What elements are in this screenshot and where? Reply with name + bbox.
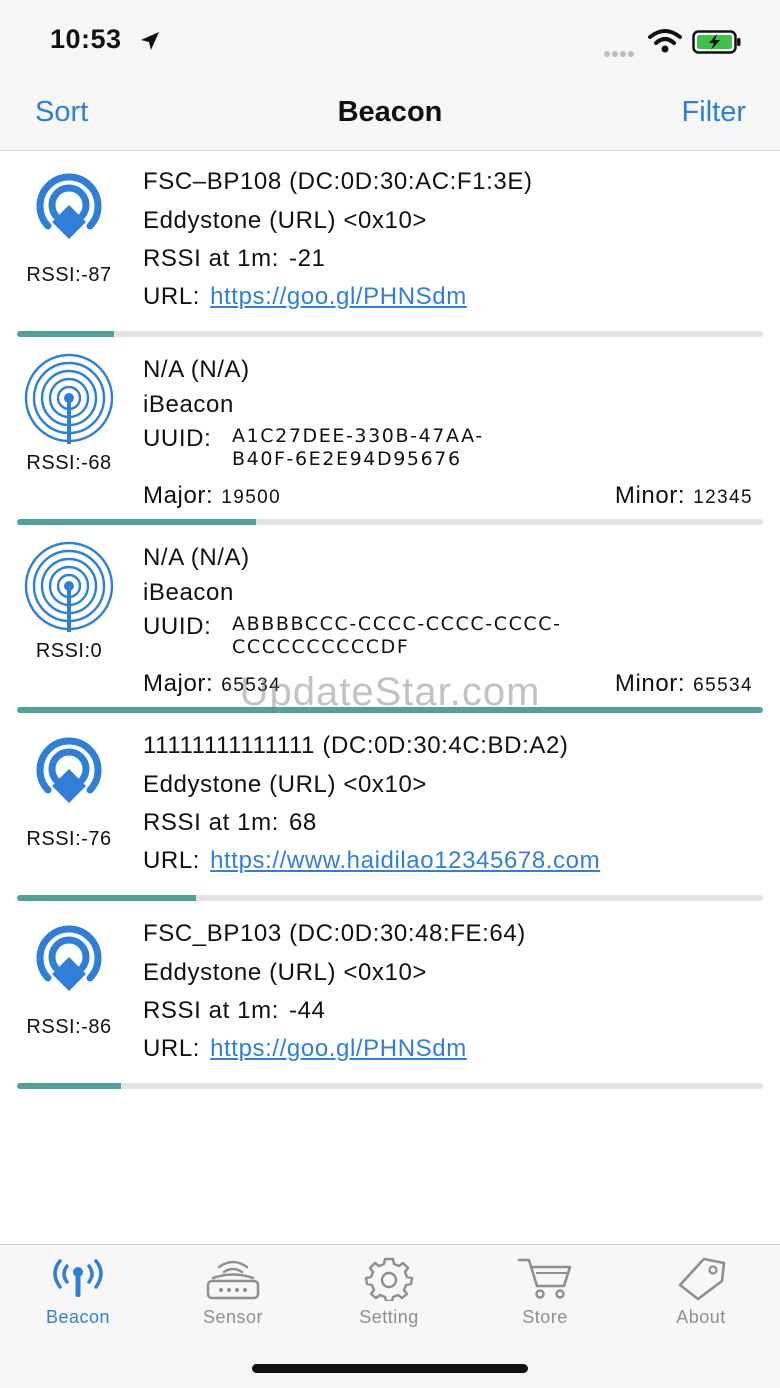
rssi-at-1m: RSSI at 1m: -44 xyxy=(143,997,325,1025)
beacon-name: N/A (N/A) xyxy=(143,544,250,571)
uuid-line-2: B40F-6E2E94D95676 xyxy=(232,448,462,470)
rssi-value: RSSI:-87 xyxy=(26,264,112,286)
rssi-value: RSSI:0 xyxy=(35,640,103,662)
uuid-line-1: ABBBBCCC-CCCC-CCCC-CCCC- xyxy=(232,613,562,635)
tab-store[interactable]: Store xyxy=(467,1245,623,1335)
url-label: URL: xyxy=(143,283,201,310)
signal-bar xyxy=(17,895,763,901)
signal-bar xyxy=(17,1083,763,1089)
location-arrow-icon xyxy=(141,32,159,50)
beacon-frame-type: iBeacon xyxy=(143,391,234,418)
eddystone-beacon-icon xyxy=(36,925,102,991)
uuid-line-2: CCCCCCCCCCDF xyxy=(232,636,410,658)
ibeacon-icon xyxy=(24,353,114,444)
rssi-at-1m-value: 68 xyxy=(288,809,317,836)
status-time: 10:53 xyxy=(50,24,122,54)
url-line: URL: https://goo.gl/PHNSdm xyxy=(143,1035,467,1063)
beacon-url-link[interactable]: https://goo.gl/PHNSdm xyxy=(210,1035,467,1062)
tab-beacon[interactable]: Beacon xyxy=(0,1245,156,1335)
cellular-signal-icon xyxy=(604,44,640,57)
beacon-row[interactable]: RSSI:-76 11111111111111 (DC:0D:30:4C:BD:… xyxy=(0,715,780,903)
uuid-label: UUID: xyxy=(143,613,212,640)
home-indicator xyxy=(252,1364,528,1373)
rssi-at-1m: RSSI at 1m: -21 xyxy=(143,245,325,273)
tab-label: Sensor xyxy=(202,1307,264,1327)
signal-bar-fill xyxy=(17,331,114,337)
antenna-icon xyxy=(53,1259,103,1297)
sort-button[interactable]: Sort xyxy=(35,96,88,129)
tab-label: Store xyxy=(522,1307,568,1327)
url-label: URL: xyxy=(143,1035,201,1062)
rssi-at-1m-label: RSSI at 1m: xyxy=(143,809,279,836)
eddystone-beacon-icon xyxy=(36,173,102,239)
watermark: UpdateStar.com xyxy=(239,670,541,714)
url-line: URL: https://www.haidilao12345678.com xyxy=(143,847,600,875)
tag-icon xyxy=(678,1257,726,1301)
rssi-at-1m-label: RSSI at 1m: xyxy=(143,245,279,272)
beacon-url-link[interactable]: https://goo.gl/PHNSdm xyxy=(210,283,467,310)
signal-bar-fill xyxy=(17,519,256,525)
minor-value: 12345 xyxy=(693,487,753,508)
beacon-name: FSC_BP103 (DC:0D:30:48:FE:64) xyxy=(143,920,526,947)
rssi-value: RSSI:-68 xyxy=(26,452,112,474)
gear-icon xyxy=(364,1257,414,1301)
uuid-value: ABBBBCCC-CCCC-CCCC-CCCC- CCCCCCCCCCDF xyxy=(232,613,562,659)
minor-label: Minor: xyxy=(614,482,686,509)
rssi-at-1m-value: -21 xyxy=(288,245,326,272)
tab-sensor[interactable]: Sensor xyxy=(155,1245,311,1335)
beacon-frame-type: Eddystone (URL) <0x10> xyxy=(143,771,428,798)
battery-charging-icon xyxy=(692,30,741,54)
wifi-icon xyxy=(648,29,682,53)
cart-icon xyxy=(517,1258,572,1299)
tab-setting[interactable]: Setting xyxy=(311,1245,467,1335)
tab-label: Setting xyxy=(359,1307,419,1327)
signal-bar-fill xyxy=(17,1083,122,1089)
rssi-at-1m: RSSI at 1m: 68 xyxy=(143,809,317,837)
beacon-frame-type: Eddystone (URL) <0x10> xyxy=(143,207,428,234)
major-label: Major: xyxy=(143,482,214,509)
rssi-value: RSSI:-76 xyxy=(26,828,112,850)
rssi-value: RSSI:-86 xyxy=(26,1016,112,1038)
filter-button[interactable]: Filter xyxy=(682,96,746,129)
major-value: 19500 xyxy=(221,487,282,508)
status-bar: 10:53 xyxy=(0,0,780,80)
tab-label: Beacon xyxy=(45,1307,111,1327)
beacon-name: 11111111111111 (DC:0D:30:4C:BD:A2) xyxy=(143,732,569,759)
beacon-name: FSC–BP108 (DC:0D:30:AC:F1:3E) xyxy=(143,168,533,195)
uuid-label: UUID: xyxy=(143,425,212,452)
navigation-bar: Beacon Sort Filter xyxy=(0,80,780,151)
url-line: URL: https://goo.gl/PHNSdm xyxy=(143,283,467,311)
tab-label: About xyxy=(676,1307,726,1327)
rssi-at-1m-label: RSSI at 1m: xyxy=(143,997,279,1024)
router-icon xyxy=(206,1260,260,1300)
beacon-frame-type: iBeacon xyxy=(143,579,234,606)
beacon-name: N/A (N/A) xyxy=(143,356,250,383)
beacon-url-link[interactable]: https://www.haidilao12345678.com xyxy=(210,847,600,874)
signal-bar-fill xyxy=(17,895,197,901)
beacon-row[interactable]: RSSI:-86 FSC_BP103 (DC:0D:30:48:FE:64) E… xyxy=(0,903,780,1091)
tab-about[interactable]: About xyxy=(623,1245,779,1335)
major: Major: 19500 xyxy=(143,482,281,510)
uuid-value: A1C27DEE-330B-47AA- B40F-6E2E94D95676 xyxy=(232,425,484,471)
ibeacon-icon xyxy=(24,541,114,632)
signal-bar xyxy=(17,519,763,525)
beacon-row[interactable]: RSSI:-68 N/A (N/A) iBeacon UUID: A1C27DE… xyxy=(0,339,780,527)
page-title: Beacon xyxy=(337,96,443,128)
url-label: URL: xyxy=(143,847,201,874)
beacon-row[interactable]: RSSI:-87 FSC–BP108 (DC:0D:30:AC:F1:3E) E… xyxy=(0,151,780,339)
eddystone-beacon-icon xyxy=(36,737,102,803)
beacon-frame-type: Eddystone (URL) <0x10> xyxy=(143,959,428,986)
minor: Minor: 12345 xyxy=(615,482,753,510)
signal-bar xyxy=(17,331,763,337)
rssi-at-1m-value: -44 xyxy=(288,997,326,1024)
uuid-line-1: A1C27DEE-330B-47AA- xyxy=(232,425,484,447)
